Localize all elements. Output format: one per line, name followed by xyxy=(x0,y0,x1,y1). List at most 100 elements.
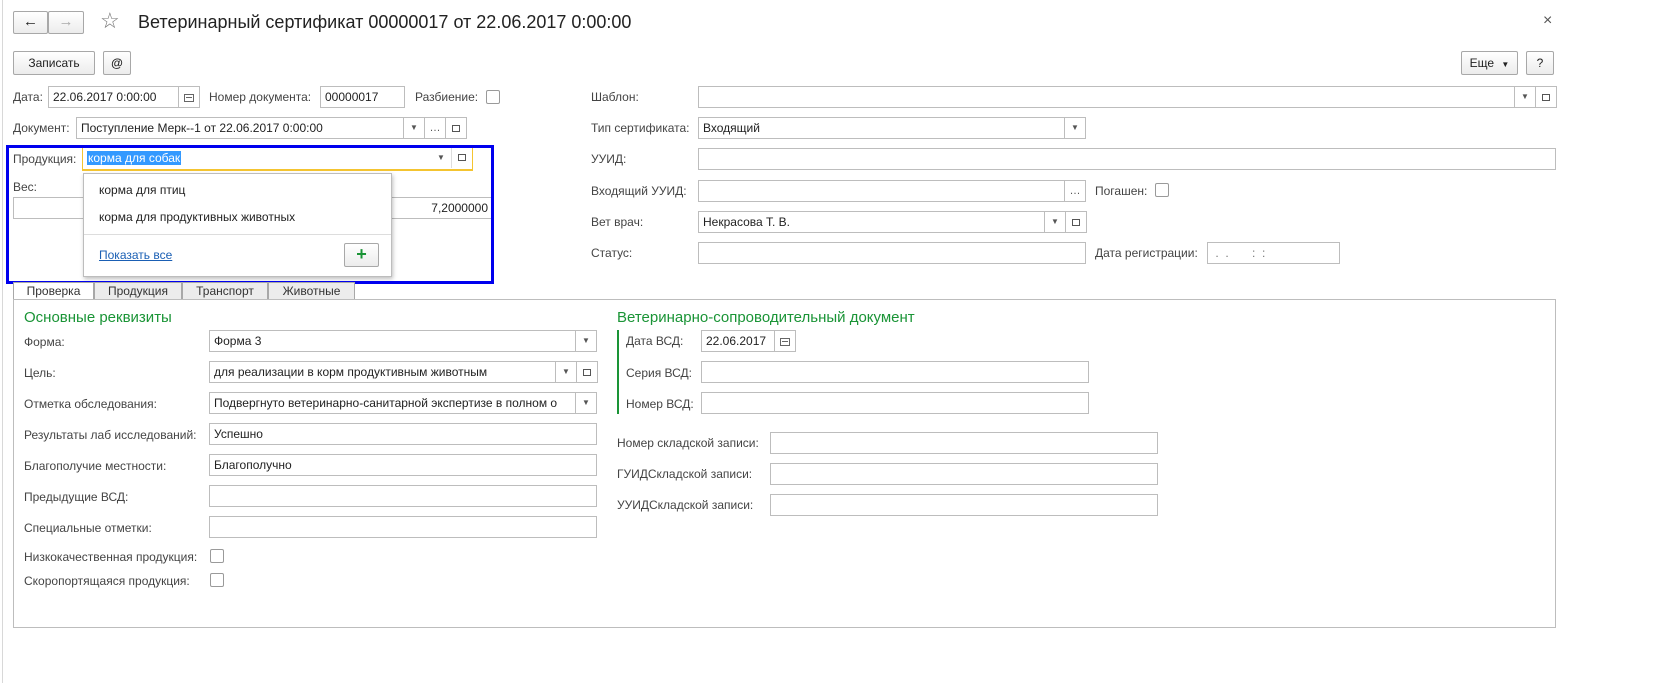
regdate-label: Дата регистрации: xyxy=(1095,246,1198,260)
back-button[interactable]: ← xyxy=(13,11,48,34)
open-icon xyxy=(583,369,591,376)
main-section-title: Основные реквизиты xyxy=(24,309,172,326)
vet-label: Вет врач: xyxy=(591,215,644,229)
form-value: Форма 3 xyxy=(214,334,262,348)
split-label: Разбиение: xyxy=(415,90,479,104)
mark-dropdown-button[interactable]: ▼ xyxy=(575,393,596,413)
redeemed-checkbox[interactable] xyxy=(1155,183,1169,197)
document-select-button[interactable]: … xyxy=(424,117,446,139)
document-value: Поступление Мерк--1 от 22.06.2017 0:00:0… xyxy=(81,121,323,135)
product-dropdown-icon[interactable]: ▼ xyxy=(431,148,451,168)
certtype-value: Входящий xyxy=(703,121,760,135)
vsd-series-label: Серия ВСД: xyxy=(626,366,693,380)
goal-dropdown-button[interactable]: ▼ xyxy=(555,362,576,382)
vet-open-button[interactable] xyxy=(1065,211,1087,233)
lab-field[interactable]: Успешно xyxy=(209,423,597,445)
lab-label: Результаты лаб исследований: xyxy=(24,428,197,442)
forward-button[interactable]: → xyxy=(48,11,84,34)
goal-value: для реализации в корм продуктивным живот… xyxy=(214,365,488,379)
goal-field[interactable]: для реализации в корм продуктивным живот… xyxy=(209,361,577,383)
uuid-label: УУИД: xyxy=(591,152,627,166)
tab-animals[interactable]: Животные xyxy=(268,282,355,300)
date-label: Дата: xyxy=(13,90,43,104)
document-label: Документ: xyxy=(13,121,70,135)
close-icon[interactable]: × xyxy=(1543,12,1552,30)
vet-value: Некрасова Т. В. xyxy=(703,215,790,229)
certtype-dropdown-button[interactable]: ▼ xyxy=(1064,118,1085,138)
open-icon xyxy=(1072,219,1080,226)
docnum-field[interactable]: 00000017 xyxy=(320,86,405,108)
window-title: Ветеринарный сертификат 00000017 от 22.0… xyxy=(138,12,632,32)
date-value: 22.06.2017 0:00:00 xyxy=(53,90,157,104)
document-open-button[interactable] xyxy=(445,117,467,139)
docnum-label: Номер документа: xyxy=(209,90,312,104)
low-quality-checkbox[interactable] xyxy=(210,549,224,563)
stock-uuid-label: УУИДСкладской записи: xyxy=(617,498,754,512)
more-label: Еще xyxy=(1469,56,1495,70)
more-button[interactable]: Еще ▼ xyxy=(1461,51,1518,75)
low-quality-label: Низкокачественная продукция: xyxy=(24,550,198,564)
vsd-series-field[interactable] xyxy=(701,361,1089,383)
tab-check[interactable]: Проверка xyxy=(13,282,94,300)
product-value-selected: корма для собак xyxy=(87,151,182,165)
mark-field[interactable]: Подвергнуто ветеринарно-санитарной экспе… xyxy=(209,392,597,414)
regdate-field[interactable]: . . : : xyxy=(1207,242,1340,264)
form-field[interactable]: Форма 3 ▼ xyxy=(209,330,597,352)
template-open-button[interactable] xyxy=(1535,86,1557,108)
vsd-date-value: 22.06.2017 xyxy=(706,334,767,348)
autocomplete-divider xyxy=(84,234,391,235)
stock-number-field[interactable] xyxy=(770,432,1158,454)
document-field[interactable]: Поступление Мерк--1 от 22.06.2017 0:00:0… xyxy=(76,117,425,139)
split-checkbox[interactable] xyxy=(486,90,500,104)
incoming-uuid-select-button[interactable]: … xyxy=(1064,181,1085,201)
perishable-label: Скоропортящаяся продукция: xyxy=(24,574,190,588)
certtype-label: Тип сертификата: xyxy=(591,121,690,135)
vsd-date-field[interactable]: 22.06.2017 xyxy=(701,330,796,352)
document-dropdown-button[interactable]: ▼ xyxy=(403,118,424,138)
favorite-star-icon[interactable]: ☆ xyxy=(100,8,120,34)
vsd-number-field[interactable] xyxy=(701,392,1089,414)
add-item-button[interactable]: + xyxy=(344,243,379,267)
redeemed-label: Погашен: xyxy=(1095,184,1148,198)
product-field[interactable]: корма для собак ▼ xyxy=(82,147,473,171)
autocomplete-popup: корма для птиц корма для продуктивных жи… xyxy=(83,173,392,277)
product-open-icon[interactable] xyxy=(451,148,471,168)
autocomplete-item[interactable]: корма для птиц xyxy=(99,183,185,197)
goal-open-button[interactable] xyxy=(576,361,598,383)
help-button[interactable]: ? xyxy=(1526,51,1554,75)
vsd-calendar-button[interactable] xyxy=(774,331,795,351)
incoming-uuid-field[interactable]: … xyxy=(698,180,1086,202)
show-all-link[interactable]: Показать все xyxy=(99,248,172,262)
form-dropdown-button[interactable]: ▼ xyxy=(575,331,596,351)
save-button[interactable]: Записать xyxy=(13,51,95,75)
autocomplete-item[interactable]: корма для продуктивных животных xyxy=(99,210,295,224)
stock-guid-field[interactable] xyxy=(770,463,1158,485)
certtype-field[interactable]: Входящий ▼ xyxy=(698,117,1086,139)
incoming-uuid-label: Входящий УУИД: xyxy=(591,184,687,198)
prev-vsd-field[interactable] xyxy=(209,485,597,507)
stock-uuid-field[interactable] xyxy=(770,494,1158,516)
wellbeing-label: Благополучие местности: xyxy=(24,459,167,473)
email-at-button[interactable]: @ xyxy=(103,51,131,75)
vsd-section-title: Ветеринарно-сопроводительный документ xyxy=(617,309,915,326)
vet-dropdown-button[interactable]: ▼ xyxy=(1044,212,1065,232)
template-field[interactable]: ▼ xyxy=(698,86,1536,108)
vsd-number-label: Номер ВСД: xyxy=(626,397,694,411)
tab-transport[interactable]: Транспорт xyxy=(182,282,268,300)
prev-vsd-label: Предыдущие ВСД: xyxy=(24,490,129,504)
wellbeing-field[interactable]: Благополучно xyxy=(209,454,597,476)
stock-guid-label: ГУИДСкладской записи: xyxy=(617,467,753,481)
tab-products[interactable]: Продукция xyxy=(94,282,182,300)
special-marks-field[interactable] xyxy=(209,516,597,538)
calendar-button[interactable] xyxy=(178,87,199,107)
uuid-field[interactable] xyxy=(698,148,1556,170)
vsd-date-label: Дата ВСД: xyxy=(626,334,684,348)
calendar-icon xyxy=(184,94,194,102)
date-field[interactable]: 22.06.2017 0:00:00 xyxy=(48,86,200,108)
vet-field[interactable]: Некрасова Т. В. ▼ xyxy=(698,211,1066,233)
status-field[interactable] xyxy=(698,242,1086,264)
mark-value: Подвергнуто ветеринарно-санитарной экспе… xyxy=(214,396,558,410)
perishable-checkbox[interactable] xyxy=(210,573,224,587)
template-dropdown-button[interactable]: ▼ xyxy=(1514,87,1535,107)
stock-number-label: Номер складской записи: xyxy=(617,436,759,450)
